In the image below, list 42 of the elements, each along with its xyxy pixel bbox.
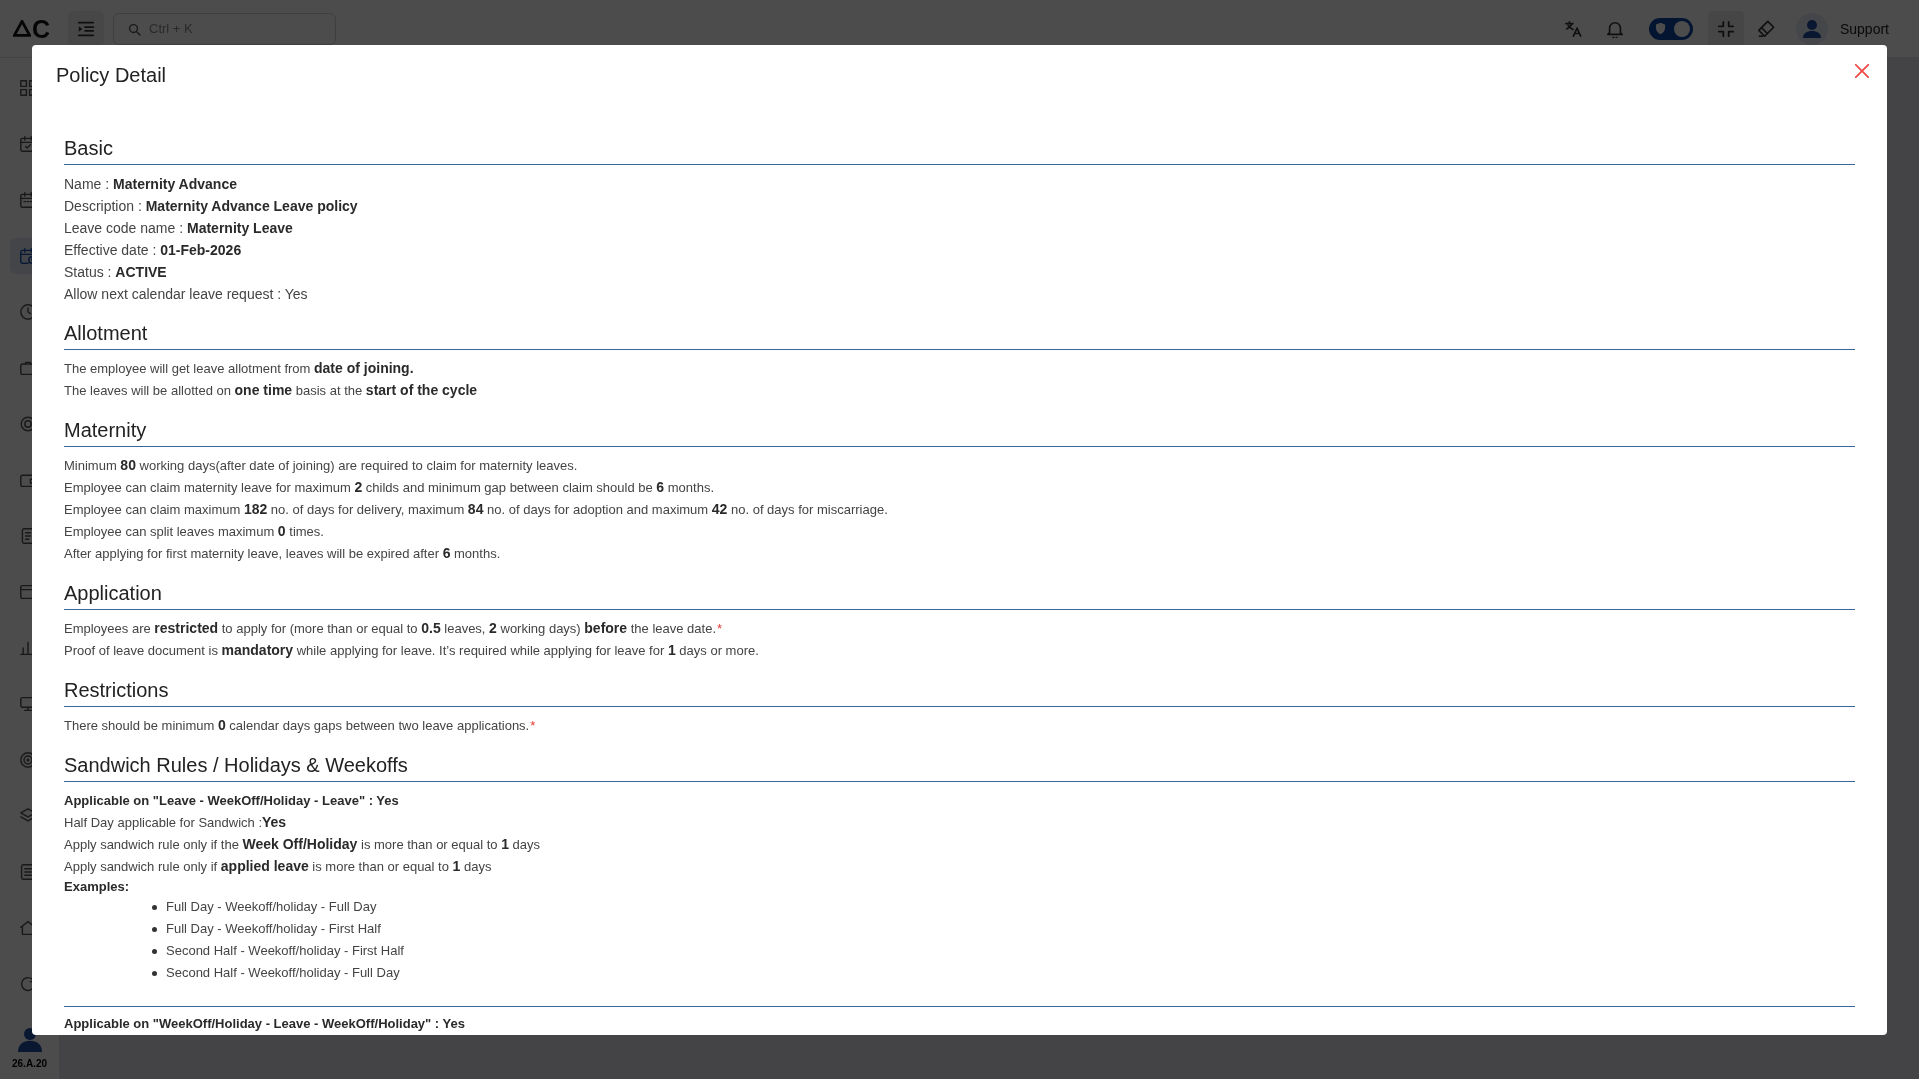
section-heading: Allotment <box>64 321 148 345</box>
user-name[interactable]: Support <box>1839 20 1889 37</box>
section-heading: Application <box>64 581 162 605</box>
policy-text: Proof of leave document is mandatory while applying for leave. It’s required while applying for leave for 1 days or more. <box>64 641 759 660</box>
close-icon <box>1855 64 1869 78</box>
policy-text: Apply sandwich rule only if the Week Off/Holiday is more than or equal to 1 days <box>64 835 541 854</box>
section-heading: Maternity <box>64 418 147 442</box>
bullet-icon <box>152 970 157 976</box>
policy-text: The employee will get leave allotment from date of joining. <box>64 359 414 378</box>
detail-text: Allow next calendar leave request : Yes <box>64 285 308 304</box>
policy-text: After applying for first maternity leave, leaves will be expired after 6 months. <box>64 544 501 563</box>
example-item: Second Half - Weekoff/holiday - Full Day <box>166 964 400 982</box>
detail-text: Status : ACTIVE <box>64 263 167 282</box>
close-button[interactable] <box>1852 61 1872 81</box>
policy-text: Half Day applicable for Sandwich :Yes <box>64 813 287 832</box>
examples-label: Examples: <box>64 878 130 896</box>
section-heading: Restrictions <box>64 678 169 702</box>
dialog-title: Policy Detail <box>56 63 167 87</box>
bullet-icon <box>152 948 157 954</box>
section-heading: Sandwich Rules / Holidays & Weekoffs <box>64 753 408 777</box>
section-heading: Basic <box>64 136 113 160</box>
policy-text: Employee can claim maternity leave for maximum 2 childs and minimum gap between claim should be 6 months. <box>64 478 714 497</box>
bullet-icon <box>152 904 157 910</box>
version-text: 26.A.20 <box>12 1057 47 1070</box>
policy-text: Applicable on "Leave - WeekOff/Holiday - Leave" : Yes <box>64 792 399 810</box>
detail-text: Name : Maternity Advance <box>64 175 237 194</box>
policy-text: Employee can split leaves maximum 0 times. <box>64 522 324 541</box>
example-item: Second Half - Weekoff/holiday - First Half <box>166 942 404 960</box>
detail-text: Description : Maternity Advance Leave policy <box>64 197 358 216</box>
example-item: Full Day - Weekoff/holiday - First Half <box>166 920 381 938</box>
policy-text: The leaves will be allotted on one time basis at the start of the cycle <box>64 381 478 400</box>
detail-text: Leave code name : Maternity Leave <box>64 219 293 238</box>
policy-text: There should be minimum 0 calendar days gaps between two leave applications.* <box>64 716 536 735</box>
logo-text: C <box>32 15 51 42</box>
bullet-icon <box>152 926 157 932</box>
policy-text: Applicable on "WeekOff/Holiday - Leave - WeekOff/Holiday" : Yes <box>64 1015 465 1033</box>
policy-text: Employees are restricted to apply for (more than or equal to 0.5 leaves, 2 working days) before the leave date.* <box>64 619 723 638</box>
policy-text: Apply sandwich rule only if applied leave is more than or equal to 1 days <box>64 857 492 876</box>
example-item: Full Day - Weekoff/holiday - Full Day <box>166 898 377 916</box>
policy-text: Employee can claim maximum 182 no. of days for delivery, maximum 84 no. of days for adoption and maximum 42 no. of days for miscarriage. <box>64 500 888 519</box>
policy-text: Minimum 80 working days(after date of joining) are required to claim for maternity leaves. <box>64 456 578 475</box>
detail-text: Effective date : 01-Feb-2026 <box>64 241 242 260</box>
